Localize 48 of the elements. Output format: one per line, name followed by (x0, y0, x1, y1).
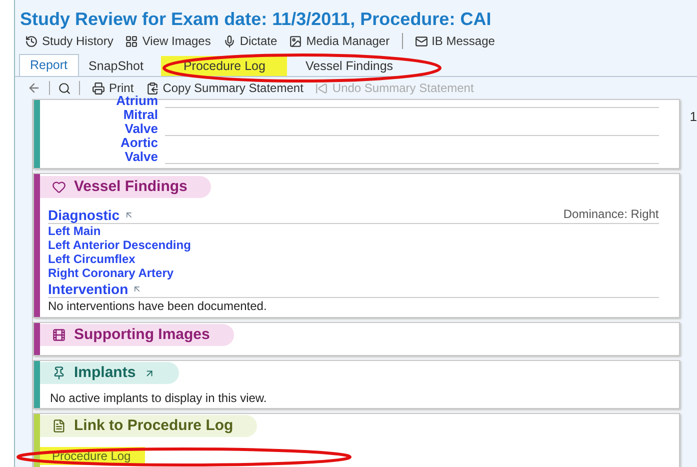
pin-icon (52, 366, 66, 380)
heart-icon (52, 180, 66, 194)
vessel-link[interactable]: Right Coronary Artery (48, 266, 174, 280)
diagnostic-link[interactable]: Diagnostic (48, 207, 134, 223)
scroll-edge-text: 1 (690, 108, 697, 123)
implants-note: No active implants to display in this view. (49, 390, 268, 406)
tab[interactable]: Vessel Findings (295, 56, 404, 76)
toolbar-button[interactable]: Print (92, 79, 134, 97)
search-button[interactable] (58, 82, 71, 94)
toolbar-button[interactable]: Study History (25, 32, 114, 50)
measurement-label: Mitral Valve (122, 108, 158, 136)
intervention-note: No interventions have been documented. (48, 298, 268, 314)
section-accent-bar (34, 361, 40, 408)
picture-frame-icon (289, 34, 302, 48)
vessel-link[interactable]: Left Anterior Descending (48, 238, 191, 252)
toolbar-button[interactable]: Media Manager (289, 32, 390, 50)
toolbar-button[interactable]: IB Message (414, 32, 495, 50)
printer-icon (92, 82, 105, 94)
section-accent-bar (34, 100, 40, 168)
tab[interactable]: SnapShot (78, 56, 154, 76)
measurement-label: Aortic Valve (119, 136, 158, 164)
section-title: Supporting Images (74, 324, 210, 345)
intervention-link[interactable]: Intervention (48, 281, 142, 297)
film-icon (52, 328, 66, 342)
section-accent-bar (34, 323, 40, 355)
skip-back-icon (315, 82, 328, 94)
window-title: Study Review for Exam date: 11/3/2011, Procedure: CAI (19, 8, 492, 30)
tab[interactable]: Report (19, 54, 79, 76)
arrow-icon (132, 284, 142, 294)
clipboard-icon (146, 82, 159, 94)
toolbar-button[interactable]: Dictate (222, 32, 278, 50)
document-icon (52, 419, 66, 433)
arrow-icon (124, 210, 134, 220)
vessel-link[interactable]: Left Circumflex (48, 252, 136, 266)
grid-icon (125, 34, 138, 48)
vessel-link[interactable]: Left Main (48, 224, 101, 238)
history-icon (25, 34, 38, 48)
section-title: Vessel Findings (74, 176, 188, 197)
section-title: Implants (74, 362, 136, 383)
toolbar-button[interactable]: View Images (125, 32, 211, 50)
back-button[interactable] (27, 81, 41, 95)
section-title: Link to Procedure Log (74, 416, 234, 436)
dominance-label: Dominance: Right (563, 206, 659, 223)
microphone-icon (222, 34, 236, 48)
measurement-label: Atrium (115, 94, 158, 108)
arrow-icon (144, 368, 155, 378)
toolbar-button[interactable]: Copy Summary Statement (146, 79, 304, 97)
envelope-icon (414, 34, 428, 48)
